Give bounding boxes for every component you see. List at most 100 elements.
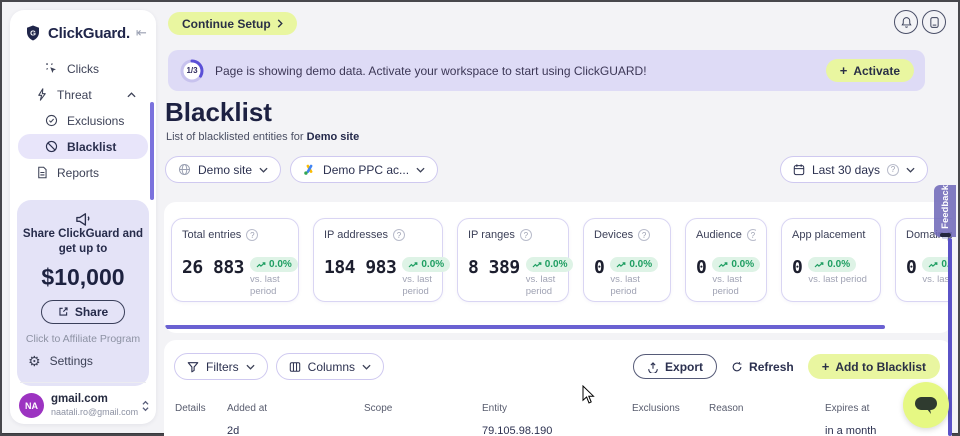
chevron-down-icon bbox=[416, 167, 425, 173]
sidebar: G ClickGuard. ⇤ Clicks Threat bbox=[10, 10, 156, 424]
refresh-label: Refresh bbox=[749, 360, 794, 374]
column-header-reason[interactable]: Reason bbox=[709, 403, 743, 414]
document-icon bbox=[36, 166, 48, 179]
user-name: gmail.com bbox=[51, 393, 134, 407]
help-icon[interactable]: ? bbox=[520, 229, 532, 241]
delta-badge: 0.0% bbox=[402, 257, 450, 272]
stat-card-ip-addresses: IP addresses? 184 983 0.0% vs. last peri… bbox=[313, 218, 443, 302]
stat-card-total-entries: Total entries? 26 883 0.0% vs. last peri… bbox=[171, 218, 299, 302]
site-selector[interactable]: Demo site bbox=[165, 156, 281, 183]
settings-label: Settings bbox=[50, 354, 93, 368]
chevron-right-icon bbox=[277, 19, 283, 28]
stat-label: Audience bbox=[696, 229, 742, 241]
column-header-expires-at[interactable]: Expires at bbox=[825, 403, 869, 414]
bell-icon bbox=[900, 16, 913, 29]
vs-period-label: vs. last period bbox=[712, 274, 756, 298]
sidebar-item-clicks[interactable]: Clicks bbox=[18, 56, 148, 81]
refresh-button[interactable]: Refresh bbox=[725, 359, 800, 375]
help-icon[interactable]: ? bbox=[246, 229, 258, 241]
help-icon[interactable]: ? bbox=[747, 229, 756, 241]
vs-period-label: vs. last period bbox=[250, 274, 288, 298]
megaphone-icon bbox=[74, 210, 93, 227]
sidebar-item-threat[interactable]: Threat bbox=[18, 82, 148, 107]
chevron-up-icon[interactable] bbox=[127, 92, 136, 98]
sidebar-item-reports[interactable]: Reports bbox=[18, 160, 148, 185]
columns-icon bbox=[289, 361, 301, 373]
stat-value: 0 bbox=[906, 257, 916, 278]
plus-icon: + bbox=[822, 359, 830, 374]
user-account[interactable]: NA gmail.com naatali.ro@gmail.com bbox=[19, 393, 150, 418]
avatar: NA bbox=[19, 393, 44, 418]
sidebar-scrollbar[interactable] bbox=[150, 102, 154, 200]
continue-setup-button[interactable]: Continue Setup bbox=[168, 12, 297, 35]
trend-up-icon bbox=[814, 261, 824, 269]
logo-text: ClickGuard. bbox=[48, 25, 130, 42]
column-header-added-at[interactable]: Added at bbox=[227, 403, 267, 414]
share-text-line2: get up to bbox=[59, 242, 108, 257]
check-circle-icon bbox=[45, 114, 58, 127]
feedback-tab[interactable]: Feedback bbox=[934, 185, 956, 237]
vs-period-label: vs. last period bbox=[808, 274, 867, 286]
collapse-sidebar-icon[interactable]: ⇤ bbox=[136, 25, 147, 41]
help-icon[interactable]: ? bbox=[638, 229, 650, 241]
delta-badge: 0.0% bbox=[526, 257, 574, 272]
feedback-label: Feedback bbox=[940, 185, 951, 229]
column-header-exclusions[interactable]: Exclusions bbox=[632, 403, 680, 414]
plus-icon: + bbox=[840, 63, 848, 78]
column-header-entity[interactable]: Entity bbox=[482, 403, 507, 414]
chat-launcher-button[interactable] bbox=[903, 382, 949, 428]
sidebar-item-blacklist[interactable]: Blacklist bbox=[18, 134, 148, 159]
share-button-label: Share bbox=[75, 305, 108, 319]
filters-button[interactable]: Filters bbox=[174, 353, 268, 380]
cell-entity: 79.105.98.190 bbox=[482, 425, 552, 436]
lightning-icon bbox=[36, 88, 48, 101]
logo: G ClickGuard. ⇤ bbox=[10, 10, 156, 42]
stat-value: 0 bbox=[696, 257, 706, 278]
funnel-icon bbox=[187, 361, 199, 373]
column-header-details[interactable]: Details bbox=[175, 403, 206, 414]
stats-horizontal-scrollbar[interactable] bbox=[165, 325, 885, 329]
delta-badge: 0.0% bbox=[250, 257, 298, 272]
add-to-blacklist-label: Add to Blacklist bbox=[835, 360, 926, 374]
setup-progress-label: 1/3 bbox=[179, 58, 205, 84]
add-to-blacklist-button[interactable]: + Add to Blacklist bbox=[808, 354, 940, 379]
help-icon: ? bbox=[887, 164, 899, 176]
ppc-account-selector[interactable]: Demo PPC ac... bbox=[290, 156, 438, 183]
date-range-selector[interactable]: Last 30 days ? bbox=[780, 156, 928, 183]
trend-up-icon bbox=[928, 261, 938, 269]
google-ads-icon bbox=[303, 163, 316, 176]
sidebar-nav: Clicks Threat Exclusions bbox=[10, 56, 156, 185]
docs-button[interactable] bbox=[922, 10, 946, 34]
activate-button[interactable]: + Activate bbox=[826, 59, 914, 82]
help-icon[interactable]: ? bbox=[393, 229, 405, 241]
stat-card-audience: Audience? 0 0.0% vs. last period bbox=[685, 218, 767, 302]
stat-label: Devices bbox=[594, 229, 633, 241]
trend-up-icon bbox=[718, 261, 728, 269]
feedback-icon bbox=[940, 233, 951, 237]
up-down-chevrons-icon[interactable] bbox=[141, 400, 150, 412]
stat-value: 8 389 bbox=[468, 257, 520, 278]
shield-logo-icon: G bbox=[24, 24, 42, 42]
page-title: Blacklist bbox=[165, 97, 272, 128]
sidebar-item-settings[interactable]: ⚙ Settings bbox=[28, 354, 93, 368]
vs-period-label: vs. last period bbox=[402, 274, 432, 298]
share-button[interactable]: Share bbox=[41, 300, 125, 324]
svg-text:G: G bbox=[30, 29, 36, 38]
columns-button[interactable]: Columns bbox=[276, 353, 384, 380]
continue-setup-label: Continue Setup bbox=[182, 17, 271, 31]
chevron-down-icon bbox=[362, 364, 371, 370]
page-subtitle: List of blacklisted entities for Demo si… bbox=[166, 131, 359, 143]
columns-label: Columns bbox=[308, 360, 355, 374]
column-header-scope[interactable]: Scope bbox=[364, 403, 392, 414]
chevron-down-icon bbox=[246, 364, 255, 370]
sidebar-item-exclusions[interactable]: Exclusions bbox=[18, 108, 148, 133]
activate-label: Activate bbox=[853, 64, 900, 78]
trend-up-icon bbox=[616, 261, 626, 269]
stat-value: 26 883 bbox=[182, 257, 244, 278]
cursor-click-icon bbox=[45, 62, 58, 75]
date-range-label: Last 30 days bbox=[812, 163, 880, 177]
filters-label: Filters bbox=[206, 360, 239, 374]
notifications-button[interactable] bbox=[894, 10, 918, 34]
export-button[interactable]: Export bbox=[633, 354, 717, 379]
affiliate-link[interactable]: Click to Affiliate Program bbox=[26, 333, 140, 345]
